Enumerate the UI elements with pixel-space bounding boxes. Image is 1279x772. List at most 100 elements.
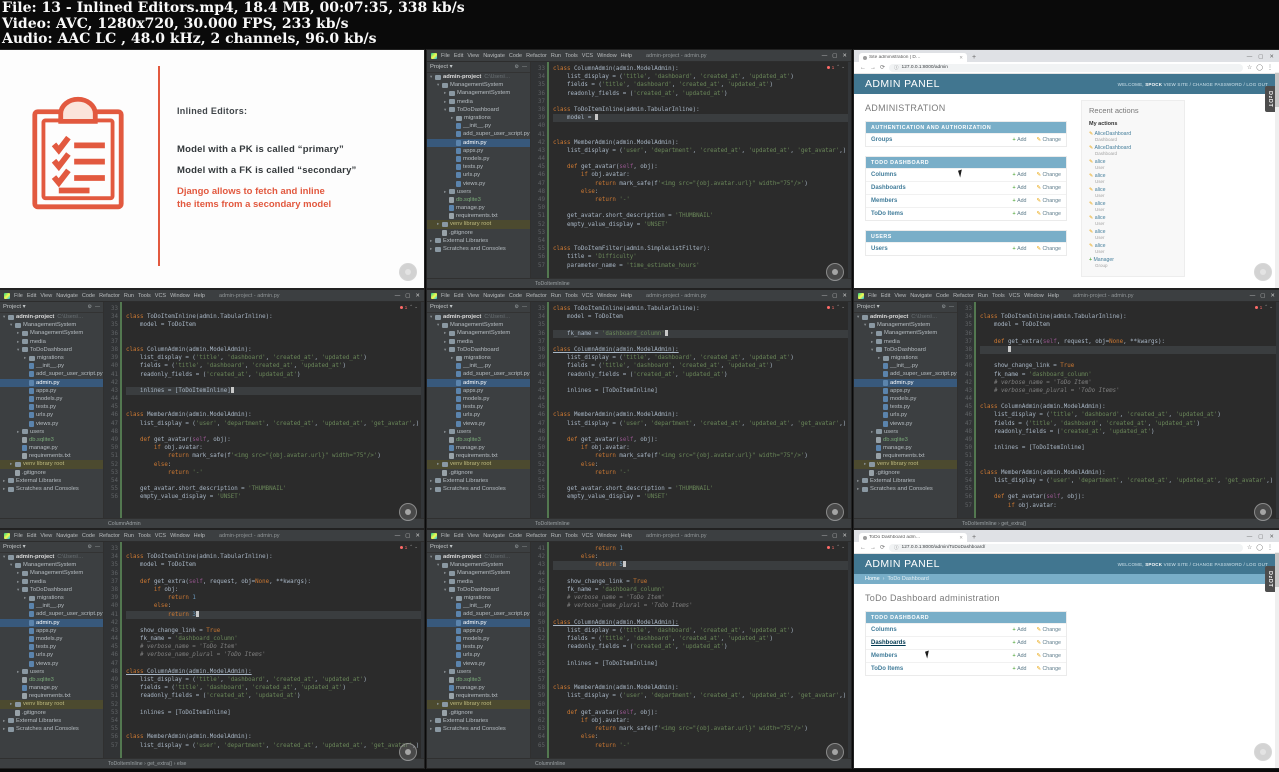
- close-icon[interactable]: ✕: [842, 533, 847, 539]
- tree-item[interactable]: ▸ ManagementSystem: [427, 569, 530, 577]
- tree-item[interactable]: ▾ ToDoDashboard: [427, 586, 530, 594]
- menu-item-run[interactable]: Run: [978, 293, 988, 299]
- project-selector[interactable]: Project ▾: [3, 304, 26, 310]
- change-link[interactable]: ✎ Change: [1037, 246, 1061, 252]
- menu-item-window[interactable]: Window: [597, 533, 617, 539]
- menu-item-tools[interactable]: Tools: [565, 293, 578, 299]
- menu-item-run[interactable]: Run: [551, 533, 561, 539]
- editor-scrollbar[interactable]: [848, 542, 851, 758]
- minimize-icon[interactable]: —: [395, 293, 401, 299]
- menu-item-edit[interactable]: Edit: [454, 533, 463, 539]
- browser-menu-icon[interactable]: ⋮: [1267, 544, 1273, 551]
- page-scrollbar[interactable]: [1275, 552, 1279, 768]
- menu-item-edit[interactable]: Edit: [27, 293, 36, 299]
- module-header-link[interactable]: ToDo Dashboard: [866, 612, 1066, 623]
- menu-item-vcs[interactable]: VCS: [155, 293, 166, 299]
- tree-item[interactable]: tests.py: [427, 643, 530, 651]
- prev-next-error-icons[interactable]: ⌃ ⌄: [1264, 304, 1273, 310]
- tree-item[interactable]: db.sqlite3: [427, 676, 530, 684]
- tree-item[interactable]: ▸ External Libraries: [0, 717, 103, 725]
- close-icon[interactable]: ✕: [415, 533, 420, 539]
- minimize-icon[interactable]: —: [395, 533, 401, 539]
- menu-item-help[interactable]: Help: [621, 293, 632, 299]
- tree-item[interactable]: __init__.py: [427, 122, 530, 130]
- tree-item[interactable]: apps.py: [854, 387, 957, 395]
- menu-item-run[interactable]: Run: [551, 53, 561, 59]
- tree-item[interactable]: ▸ migrations: [427, 594, 530, 602]
- menu-item-code[interactable]: Code: [82, 533, 95, 539]
- menu-item-refactor[interactable]: Refactor: [99, 533, 120, 539]
- tree-item[interactable]: views.py: [854, 419, 957, 427]
- change-link[interactable]: ✎ Change: [1037, 627, 1061, 633]
- tree-item[interactable]: db.sqlite3: [0, 436, 103, 444]
- tree-item[interactable]: admin.py: [427, 618, 530, 627]
- tree-item[interactable]: ▸ External Libraries: [0, 477, 103, 485]
- tree-item[interactable]: ▸ ManagementSystem: [0, 329, 103, 337]
- menu-item-window[interactable]: Window: [597, 53, 617, 59]
- menu-item-help[interactable]: Help: [1048, 293, 1059, 299]
- dzdt-extension-tab[interactable]: DzDT: [1265, 566, 1275, 593]
- change-link[interactable]: ✎ Change: [1037, 211, 1061, 217]
- tree-item[interactable]: ▾ admin-project C:\Users\…: [427, 553, 530, 561]
- change-link[interactable]: ✎ Change: [1037, 185, 1061, 191]
- tree-item[interactable]: .gitignore: [0, 709, 103, 717]
- tree-item[interactable]: models.py: [427, 635, 530, 643]
- user-links[interactable]: VIEW SITE / CHANGE PASSWORD / LOG OUT: [1162, 82, 1268, 87]
- project-selector[interactable]: Project ▾: [430, 304, 453, 310]
- tree-item[interactable]: admin.py: [854, 378, 957, 387]
- editor-scrollbar[interactable]: [421, 302, 424, 518]
- minimize-icon[interactable]: —: [1247, 54, 1253, 60]
- change-link[interactable]: ✎ Change: [1037, 640, 1061, 646]
- code-area[interactable]: class ToDoItemInline(admin.TabularInline…: [974, 302, 1279, 518]
- tree-item[interactable]: ▾ ManagementSystem: [427, 321, 530, 329]
- add-link[interactable]: + Add: [1013, 198, 1027, 204]
- tree-item[interactable]: .gitignore: [0, 469, 103, 477]
- settings-icon[interactable]: ⚙: [942, 304, 946, 310]
- tree-item[interactable]: ▸ Scratches and Consoles: [0, 725, 103, 733]
- tree-item[interactable]: models.py: [854, 395, 957, 403]
- tree-item[interactable]: manage.py: [427, 204, 530, 212]
- tree-item[interactable]: ▾ admin-project C:\Users\…: [427, 73, 530, 81]
- tree-item[interactable]: __init__.py: [0, 602, 103, 610]
- new-tab-icon[interactable]: +: [972, 534, 976, 541]
- tree-item[interactable]: ▸ users: [0, 668, 103, 676]
- tree-item[interactable]: .gitignore: [427, 229, 530, 237]
- tree-item[interactable]: views.py: [427, 179, 530, 187]
- minimize-icon[interactable]: —: [822, 533, 828, 539]
- model-link[interactable]: Groups: [871, 137, 892, 143]
- tree-item[interactable]: manage.py: [427, 444, 530, 452]
- tree-item[interactable]: ▸ Scratches and Consoles: [0, 485, 103, 493]
- settings-icon[interactable]: ⚙: [515, 64, 519, 70]
- menu-item-code[interactable]: Code: [509, 533, 522, 539]
- add-link[interactable]: + Add: [1013, 185, 1027, 191]
- menu-item-file[interactable]: File: [14, 293, 23, 299]
- close-icon[interactable]: ✕: [1269, 534, 1274, 540]
- module-header-link[interactable]: Authentication and Authorization: [866, 122, 1066, 133]
- tree-item[interactable]: ▸ media: [427, 98, 530, 106]
- site-brand-link[interactable]: ADMIN PANEL: [865, 558, 940, 570]
- code-area[interactable]: class ColumnAdmin(admin.ModelAdmin): lis…: [547, 62, 851, 278]
- settings-icon[interactable]: ⚙: [515, 544, 519, 550]
- tree-item[interactable]: ▾ ManagementSystem: [0, 561, 103, 569]
- menu-item-navigate[interactable]: Navigate: [483, 533, 505, 539]
- tree-item[interactable]: ▸ Scratches and Consoles: [427, 725, 530, 733]
- add-link[interactable]: + Add: [1013, 172, 1027, 178]
- model-link[interactable]: Users: [871, 246, 888, 252]
- settings-icon[interactable]: ⚙: [515, 304, 519, 310]
- menu-item-view[interactable]: View: [40, 533, 52, 539]
- tree-item[interactable]: urls.py: [854, 411, 957, 419]
- tree-item[interactable]: ▸ Scratches and Consoles: [427, 245, 530, 253]
- tree-item[interactable]: ▾ ToDoDashboard: [427, 106, 530, 114]
- tree-item[interactable]: ▾ admin-project C:\Users\…: [0, 313, 103, 321]
- tree-item[interactable]: .gitignore: [427, 469, 530, 477]
- minimize-icon[interactable]: —: [1250, 293, 1256, 299]
- tree-item[interactable]: apps.py: [0, 627, 103, 635]
- tree-item[interactable]: ▾ ToDoDashboard: [427, 346, 530, 354]
- close-icon[interactable]: ✕: [842, 293, 847, 299]
- tree-item[interactable]: add_super_user_script.py: [427, 370, 530, 378]
- tree-item[interactable]: ▸ ManagementSystem: [427, 329, 530, 337]
- tree-item[interactable]: tests.py: [0, 403, 103, 411]
- menu-item-window[interactable]: Window: [170, 533, 190, 539]
- add-link[interactable]: + Add: [1013, 246, 1027, 252]
- editor-scrollbar[interactable]: [848, 302, 851, 518]
